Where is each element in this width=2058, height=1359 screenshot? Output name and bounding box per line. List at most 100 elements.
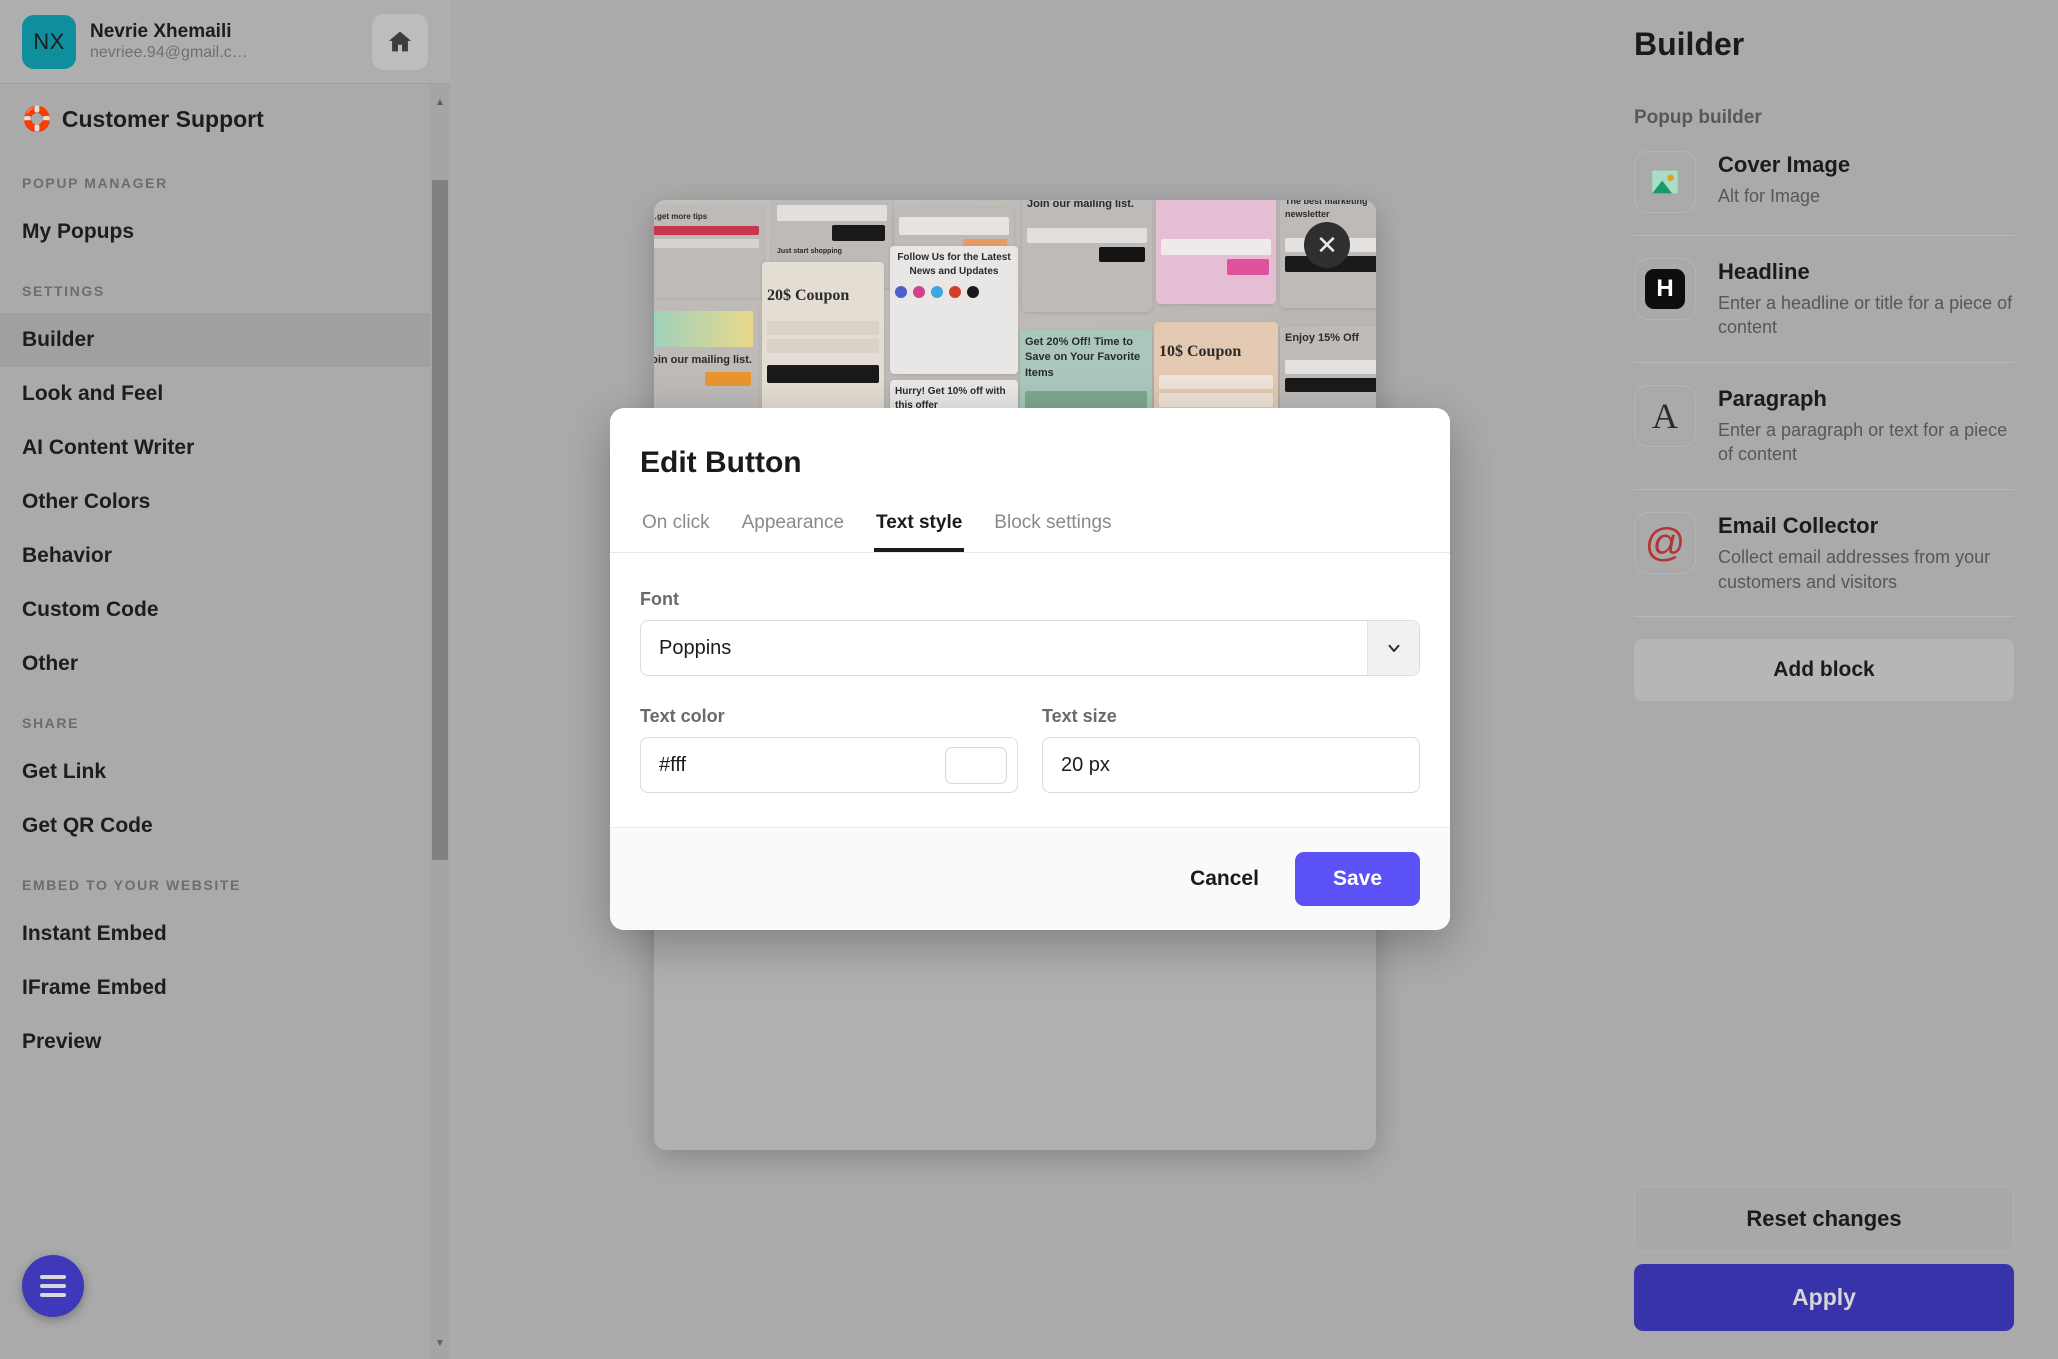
collage-tile-headline: Join our mailing list.	[654, 354, 752, 366]
builder-panel: Builder Popup builder Cover Image Alt fo…	[1590, 0, 2058, 1359]
nav-section-title: POPUP MANAGER	[22, 175, 168, 191]
image-icon	[1634, 151, 1696, 213]
sidebar-scrollbar[interactable]	[430, 84, 450, 1359]
panel-actions: Reset changes Apply	[1634, 1186, 2014, 1331]
apply-button[interactable]: Apply	[1634, 1264, 2014, 1331]
block-description: Enter a paragraph or text for a piece of…	[1718, 419, 2008, 465]
block-title: Headline	[1718, 259, 1810, 284]
sidebar-item-iframe-embed[interactable]: IFrame Embed	[0, 961, 430, 1015]
text-color-label: Text color	[640, 706, 725, 726]
block-title: Cover Image	[1718, 152, 1851, 177]
user-info: Nevrie Xhemaili nevriee.94@gmail.c…	[90, 20, 358, 64]
nav-section-title: SETTINGS	[22, 283, 105, 299]
avatar: NX	[22, 14, 76, 69]
block-title: Paragraph	[1718, 386, 1827, 412]
text-color-input[interactable]: #fff	[640, 737, 1018, 793]
reset-changes-button[interactable]: Reset changes	[1634, 1186, 2014, 1252]
block-text: Email Collector Collect email addresses …	[1718, 512, 2014, 594]
block-item-email-collector[interactable]: @ Email Collector Collect email addresse…	[1634, 490, 2014, 618]
font-select-value: Poppins	[659, 636, 732, 659]
text-color-value: #fff	[659, 753, 687, 776]
sidebar-item-behavior[interactable]: Behavior	[0, 529, 430, 583]
customer-support-label: Customer Support	[61, 106, 264, 132]
customer-support-link[interactable]: 🛟 Customer Support	[0, 84, 430, 151]
block-title: Email Collector	[1718, 513, 1879, 539]
block-description: Collect email addresses from your custom…	[1718, 546, 1991, 592]
at-sign-icon: @	[1634, 512, 1696, 575]
sidebar-scrollbar-thumb[interactable]	[432, 180, 448, 860]
edit-button-modal: Edit Button On click Appearance Text sty…	[610, 408, 1450, 930]
text-size-group: Text size 20 px	[1042, 706, 1420, 793]
chevron-down-icon[interactable]	[1367, 621, 1419, 675]
sidebar-item-ai-content-writer[interactable]: AI Content Writer	[0, 421, 430, 475]
text-size-label: Text size	[1042, 706, 1117, 726]
sidebar-item-get-qr-code[interactable]: Get QR Code	[0, 799, 430, 853]
collage-tile: …get more tips	[654, 206, 764, 298]
block-text: Headline Enter a headline or title for a…	[1718, 258, 2014, 340]
sidebar-item-instant-embed[interactable]: Instant Embed	[0, 907, 430, 961]
sidebar-item-get-link[interactable]: Get Link	[0, 745, 430, 799]
scroll-up-icon[interactable]: ▲	[432, 94, 448, 110]
modal-footer: Cancel Save	[610, 827, 1450, 930]
collage-tile-headline: Follow Us for the Latest News and Update…	[897, 252, 1011, 277]
text-size-input[interactable]: 20 px	[1042, 737, 1420, 793]
color-swatch[interactable]	[945, 747, 1007, 784]
lifebuoy-icon: 🛟	[22, 105, 52, 133]
cover-image-collage: …get more tips Just start shopping Join …	[654, 200, 1376, 430]
headline-h-icon: H	[1634, 258, 1696, 320]
app-root: …get more tips Just start shopping Join …	[0, 0, 2058, 1359]
sidebar-item-builder[interactable]: Builder	[0, 313, 430, 367]
nav-section-title: EMBED TO YOUR WEBSITE	[22, 877, 241, 893]
left-sidebar: NX Nevrie Xhemaili nevriee.94@gmail.c… 🛟…	[0, 0, 450, 1359]
block-text: Paragraph Enter a paragraph or text for …	[1718, 385, 2014, 467]
block-item-headline[interactable]: H Headline Enter a headline or title for…	[1634, 236, 2014, 364]
hamburger-menu-icon[interactable]	[22, 1255, 84, 1317]
collage-tile-headline: 10$ Coupon	[1159, 343, 1242, 360]
collage-tile-headline: Just start shopping	[777, 248, 842, 255]
collage-tile-headline: Join our mailing list.	[1027, 200, 1134, 210]
collage-tile-headline: The best marketing newsletter	[1285, 200, 1368, 219]
collage-tile	[1156, 200, 1276, 304]
sidebar-item-other[interactable]: Other	[0, 637, 430, 691]
collage-tile: Follow Us for the Latest News and Update…	[890, 246, 1018, 374]
close-icon[interactable]: ✕	[1304, 222, 1350, 268]
block-item-cover-image[interactable]: Cover Image Alt for Image	[1634, 129, 2014, 236]
font-select[interactable]: Poppins	[640, 620, 1420, 676]
paragraph-a-icon: A	[1634, 385, 1696, 448]
block-text: Cover Image Alt for Image	[1718, 151, 2014, 208]
modal-title: Edit Button	[640, 446, 802, 479]
home-icon[interactable]	[372, 13, 428, 70]
sidebar-item-other-colors[interactable]: Other Colors	[0, 475, 430, 529]
sidebar-item-preview[interactable]: Preview	[0, 1015, 430, 1069]
style-fields-row: Text color #fff Text size 20 px	[640, 706, 1420, 793]
add-block-button[interactable]: Add block	[1634, 639, 2014, 702]
text-color-group: Text color #fff	[640, 706, 1018, 793]
collage-tile-headline: …get more tips	[654, 212, 708, 221]
modal-body: Font Poppins Text color #fff Text size 2…	[610, 553, 1450, 827]
save-button[interactable]: Save	[1294, 852, 1420, 906]
sidebar-header: NX Nevrie Xhemaili nevriee.94@gmail.c…	[0, 0, 450, 84]
scroll-down-icon[interactable]: ▼	[432, 1335, 448, 1351]
sidebar-item-custom-code[interactable]: Custom Code	[0, 583, 430, 637]
block-description: Alt for Image	[1718, 185, 1821, 206]
tab-text-style[interactable]: Text style	[874, 506, 965, 552]
sidebar-item-my-popups[interactable]: My Popups	[0, 205, 430, 259]
panel-subtitle: Popup builder	[1634, 107, 1762, 128]
text-size-value: 20 px	[1061, 753, 1110, 776]
user-name: Nevrie Xhemaili	[90, 20, 232, 42]
sidebar-item-look-and-feel[interactable]: Look and Feel	[0, 367, 430, 421]
page-title: Builder	[1634, 26, 1745, 62]
tab-block-settings[interactable]: Block settings	[992, 506, 1113, 552]
block-item-paragraph[interactable]: A Paragraph Enter a paragraph or text fo…	[1634, 363, 2014, 491]
collage-tile-headline: 20$ Coupon	[767, 287, 850, 304]
collage-tile: 20$ Coupon	[762, 262, 884, 430]
collage-tile: Join our mailing list.	[1022, 200, 1152, 312]
block-description: Enter a headline or title for a piece of…	[1718, 292, 2013, 338]
font-label: Font	[640, 589, 679, 609]
nav-section-title: SHARE	[22, 715, 80, 731]
tab-on-click[interactable]: On click	[640, 506, 712, 552]
collage-tile-headline: Enjoy 15% Off	[1285, 332, 1359, 344]
cancel-button[interactable]: Cancel	[1176, 857, 1273, 901]
collage-tile-headline: Get 20% Off! Time to Save on Your Favori…	[1025, 336, 1141, 379]
tab-appearance[interactable]: Appearance	[740, 506, 846, 552]
